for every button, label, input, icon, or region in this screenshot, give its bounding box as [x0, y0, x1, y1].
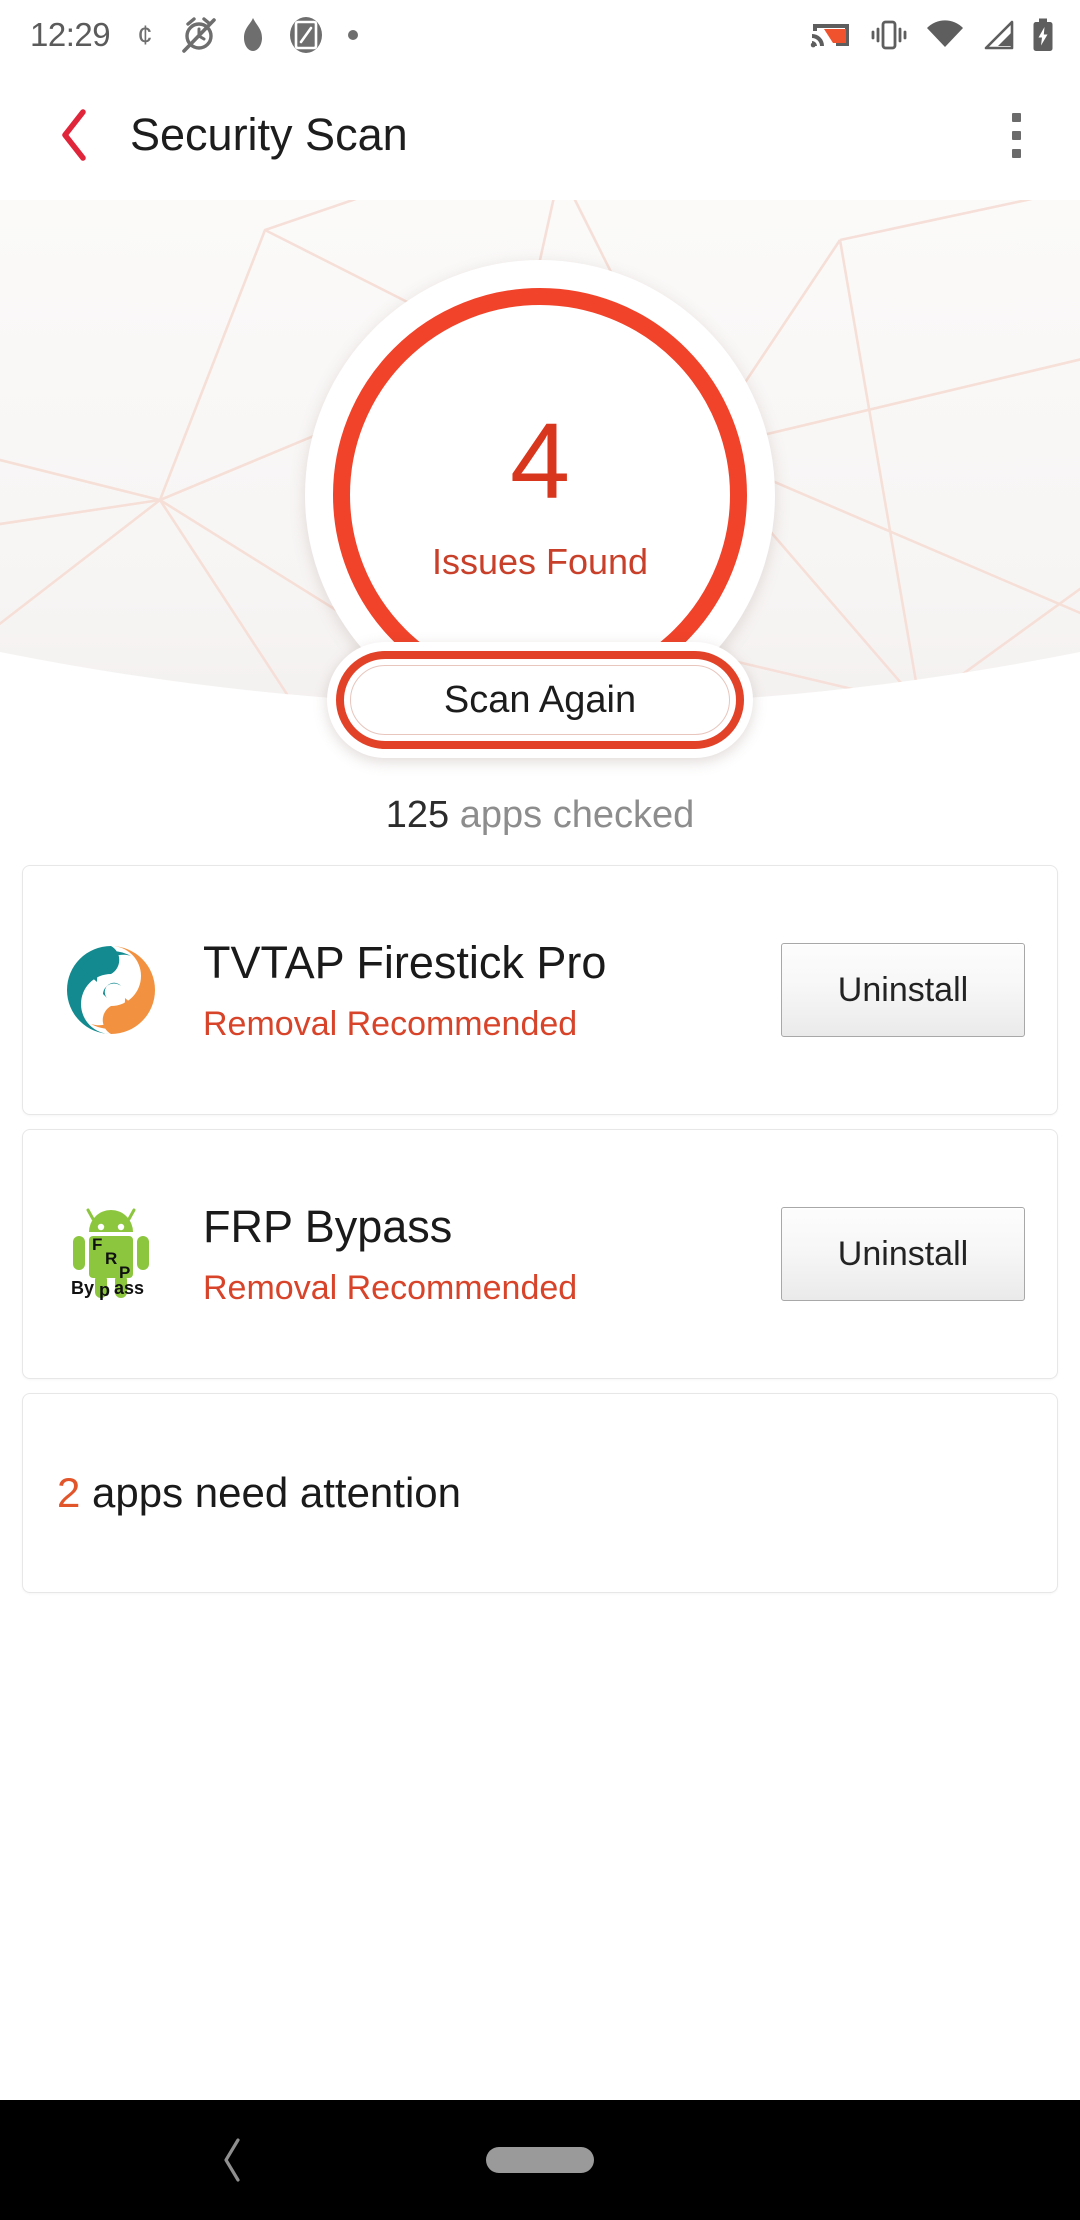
svg-text:F: F [92, 1235, 102, 1254]
scan-again-wrap: Scan Again [327, 642, 753, 758]
list-item[interactable]: F R P By p ass FRP Bypass Removal Recomm… [22, 1129, 1058, 1379]
svg-text:¢: ¢ [138, 20, 153, 50]
apps-checked-summary: 125 apps checked [0, 770, 1080, 865]
uninstall-button[interactable]: Uninstall [781, 943, 1025, 1037]
app-status: Removal Recommended [203, 1268, 578, 1307]
svg-text:p: p [99, 1280, 110, 1300]
app-bar: Security Scan [0, 70, 1080, 200]
overflow-dot-2 [1011, 130, 1021, 140]
alarm-off-icon [182, 17, 216, 53]
wifi-icon [927, 20, 963, 47]
app-info: FRP Bypass Removal Recommended [165, 1201, 781, 1308]
nav-back-button[interactable] [196, 2125, 266, 2195]
svg-text:By: By [71, 1278, 94, 1298]
overflow-dot-3 [1011, 148, 1021, 158]
issues-count: 4 [509, 400, 571, 521]
status-bar-left: 12:29 ¢ [30, 16, 360, 54]
system-nav-bar [0, 2100, 1080, 2220]
app-name: FRP Bypass [203, 1200, 453, 1252]
attention-count: 2 [57, 1469, 81, 1516]
page-title: Security Scan [130, 109, 408, 160]
list-item[interactable]: TVTAP Firestick Pro Removal Recommended … [22, 865, 1058, 1115]
overflow-menu-icon [1011, 112, 1021, 122]
back-button[interactable] [46, 107, 102, 163]
battery-charging-icon [1033, 18, 1053, 51]
status-clock: 12:29 [30, 16, 111, 53]
svg-text:ass: ass [114, 1278, 144, 1298]
app-name: TVTAP Firestick Pro [203, 936, 607, 988]
issues-label: Issues Found [431, 541, 649, 582]
currency-cent-icon: ¢ [138, 20, 153, 50]
cellular-signal-icon [984, 20, 1014, 50]
attention-label: apps need attention [80, 1469, 462, 1516]
app-icon [57, 936, 165, 1044]
status-bar: 12:29 ¢ [0, 0, 1080, 70]
apps-checked-count: 125 [385, 794, 450, 836]
scan-hero: 4 Issues Found Scan Again [0, 200, 1080, 760]
dot-icon [348, 30, 359, 40]
flame-icon [244, 18, 263, 51]
frp-bypass-android-icon: F R P By p ass [71, 1208, 149, 1300]
svg-text:R: R [105, 1249, 117, 1268]
cast-icon [810, 24, 849, 48]
attention-card[interactable]: 2 apps need attention [22, 1393, 1058, 1593]
app-status: Removal Recommended [203, 1004, 578, 1043]
scan-again-ring: Scan Again [336, 651, 744, 749]
tvtap-swirl-icon [67, 946, 155, 1034]
screenshot-icon [290, 17, 323, 53]
back-chevron-icon [62, 109, 86, 161]
attention-summary: 2 apps need attention [57, 1469, 461, 1517]
phone-screen: 12:29 ¢ Security Scan 4 Issues Found Sca… [0, 0, 1080, 2220]
uninstall-button[interactable]: Uninstall [781, 1207, 1025, 1301]
app-info: TVTAP Firestick Pro Removal Recommended [165, 937, 781, 1044]
apps-checked-label: apps checked [449, 794, 695, 836]
scan-again-button[interactable]: Scan Again [350, 665, 730, 735]
scan-again-outer: Scan Again [327, 642, 753, 758]
status-bar-right [810, 18, 1054, 52]
nav-back-icon [224, 2138, 240, 2182]
main-content: 125 apps checked TVTAP Firestick Pro Rem… [0, 760, 1080, 2100]
vibrate-icon [871, 20, 907, 50]
overflow-menu-button[interactable] [986, 95, 1046, 175]
nav-home-handle[interactable] [486, 2147, 594, 2173]
scan-results-list: TVTAP Firestick Pro Removal Recommended … [0, 865, 1080, 1593]
app-icon: F R P By p ass [57, 1200, 165, 1308]
